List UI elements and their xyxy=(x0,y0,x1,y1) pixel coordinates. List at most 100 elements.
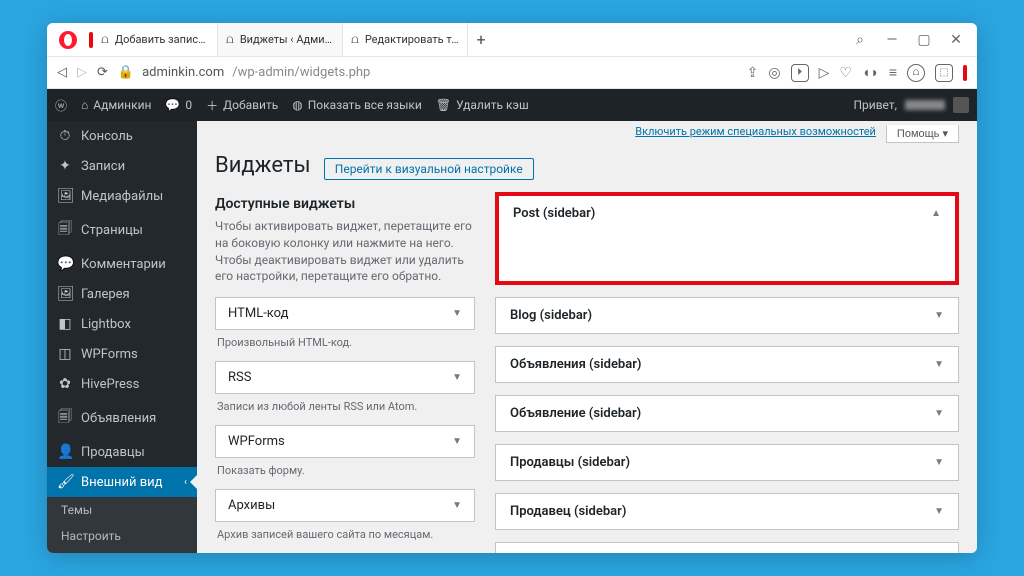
opera-logo-icon xyxy=(59,31,77,49)
area-title: Объявления (sidebar) xyxy=(510,357,641,372)
url-input[interactable]: 🔒 adminkin.com/wp-admin/widgets.php xyxy=(118,62,737,84)
sidebar-area[interactable]: Объявление (sidebar)▼ xyxy=(495,395,959,432)
sidebar-area[interactable]: Продавец (sidebar) ▼ xyxy=(495,493,959,530)
nav-forward-icon[interactable]: ▷ xyxy=(77,65,87,80)
menu-комментарии[interactable]: 💬Комментарии xyxy=(47,249,197,279)
menu-медиафайлы[interactable]: 🖼Медиафайлы xyxy=(47,181,197,211)
menu-lightbox[interactable]: ◧Lightbox xyxy=(47,309,197,339)
menu-icon-8: ✿ xyxy=(57,376,73,392)
adminbar-site[interactable]: ⌂ Админкин xyxy=(81,98,151,112)
plus-icon: ＋ xyxy=(206,97,218,114)
submenu-настроить[interactable]: Настроить xyxy=(47,523,197,549)
browser-window: ⩍ Добавить запись ‹ Адми ⩍ Виджеты ‹ Админк… xyxy=(47,23,977,553)
sidebar-area[interactable]: Account (sidebar)▼ xyxy=(495,542,959,553)
menu-страницы[interactable]: 🗐Страницы xyxy=(47,211,197,249)
menu-icon-7: ◫ xyxy=(57,346,73,362)
accessibility-mode-link[interactable]: Включить режим специальных возможностей xyxy=(635,125,876,143)
window-maximize[interactable]: ▢ xyxy=(913,32,935,48)
chevron-down-icon: ▼ xyxy=(452,500,462,511)
help-tab[interactable]: Помощь ▾ xyxy=(886,125,959,143)
video-icon[interactable]: ⏵ xyxy=(791,64,809,82)
wp-admin-bar: ⓦ ⌂ Админкин 💬 0 ＋ Добавить ◍ Показать в… xyxy=(47,89,977,121)
avatar-icon[interactable] xyxy=(953,97,969,113)
area-body[interactable] xyxy=(499,231,955,281)
chevron-down-icon: ▼ xyxy=(452,436,462,447)
url-path: /wp-admin/widgets.php xyxy=(232,65,370,80)
window-minimize[interactable]: — xyxy=(881,32,903,48)
new-tab-button[interactable]: + xyxy=(468,30,494,49)
wp-logo-icon[interactable]: ⓦ xyxy=(55,97,67,114)
area-title: Продавец (sidebar) xyxy=(510,504,626,519)
browser-tab[interactable]: ⩍ Добавить запись ‹ Адми xyxy=(93,23,218,56)
nav-reload-icon[interactable]: ⟳ xyxy=(97,65,108,80)
menu-объявления[interactable]: 🗐Объявления xyxy=(47,399,197,437)
wp-content: Включить режим специальных возможностей … xyxy=(197,121,977,553)
adminbar-add[interactable]: ＋ Добавить xyxy=(206,97,278,114)
camera-icon[interactable]: ◎ xyxy=(768,65,780,81)
person-icon: ⩍ xyxy=(101,32,109,47)
nav-back-icon[interactable]: ◁ xyxy=(57,65,67,80)
menu-label: Объявления xyxy=(81,411,187,426)
widget-description: Произвольный HTML-код. xyxy=(217,336,473,349)
browser-tab[interactable]: ⩍ Виджеты ‹ Админкин — xyxy=(218,23,343,56)
person-icon: ⩍ xyxy=(351,32,359,47)
menu-label: Продавцы xyxy=(81,445,187,460)
menu-записи[interactable]: ✦Записи xyxy=(47,151,197,181)
menu-label: HivePress xyxy=(81,377,187,392)
widget-title: RSS xyxy=(228,370,251,385)
available-widget[interactable]: Архивы ▼ xyxy=(215,489,475,522)
menu-label: Lightbox xyxy=(81,317,187,332)
menu-внешний-вид[interactable]: 🖌Внешний вид‹ xyxy=(47,467,197,497)
search-icon[interactable]: ⌕ xyxy=(849,32,871,48)
play-icon[interactable]: ▷ xyxy=(819,65,830,81)
menu-icon-4: 💬 xyxy=(57,256,73,272)
menu-продавцы[interactable]: 👤Продавцы xyxy=(47,437,197,467)
browser-tab[interactable]: ⩍Редактировать темы ‹ А xyxy=(343,23,468,56)
adminbar-greeting: Привет, xyxy=(853,98,897,112)
sidebar-area[interactable]: Объявления (sidebar)▼ xyxy=(495,346,959,383)
menu-label: Медиафайлы xyxy=(81,189,187,204)
chevron-down-icon: ▼ xyxy=(452,308,462,319)
window-close[interactable]: ✕ xyxy=(945,32,967,48)
available-widgets-column: Доступные виджеты Чтобы активировать вид… xyxy=(215,192,475,553)
available-widget[interactable]: WPForms▼ xyxy=(215,425,475,458)
menu-icon-11: 🖌 xyxy=(57,474,73,490)
visual-customize-link[interactable]: Перейти к визуальной настройке xyxy=(324,158,534,180)
person-icon: ⩍ xyxy=(226,32,234,47)
extensions-icon[interactable]: ⬚ xyxy=(935,64,953,82)
browser-titlebar: ⩍ Добавить запись ‹ Адми ⩍ Виджеты ‹ Админк… xyxy=(47,23,977,57)
menu-wpforms[interactable]: ◫ WPForms xyxy=(47,339,197,369)
share-icon[interactable]: ⇪ xyxy=(747,65,759,81)
adminbar-clear-cache[interactable]: 🗑 Удалить кэш xyxy=(436,98,529,112)
menu-консоль[interactable]: ⏱Консоль xyxy=(47,121,197,151)
menu-галерея[interactable]: 🖼Галерея xyxy=(47,279,197,309)
sidebar-area[interactable]: Продавцы (sidebar)▼ xyxy=(495,444,959,481)
heart-icon[interactable]: ♡ xyxy=(839,65,852,81)
tab-label: Добавить запись ‹ Адми xyxy=(115,33,209,46)
submenu-темы[interactable]: Темы xyxy=(47,497,197,523)
extension-handle-icon[interactable] xyxy=(963,65,967,81)
toggle-icon[interactable]: ◖◗ xyxy=(862,64,879,81)
adminbar-comments[interactable]: 💬 0 xyxy=(165,98,192,112)
sidebar-area[interactable]: Blog (sidebar)▼ xyxy=(495,297,959,334)
chevron-down-icon: ▼ xyxy=(934,506,944,517)
menu-icon-0: ⏱ xyxy=(57,128,73,144)
profile-icon[interactable]: ⩍ xyxy=(907,64,925,82)
area-title: Post (sidebar) xyxy=(513,206,595,221)
tab-label: Виджеты ‹ Админкин — xyxy=(240,33,334,46)
widget-description: Показать форму. xyxy=(217,464,473,477)
chevron-down-icon: ▼ xyxy=(452,372,462,383)
available-heading: Доступные виджеты xyxy=(215,196,475,212)
widget-description: Записи из любой ленты RSS или Atom. xyxy=(217,400,473,413)
submenu-виджеты[interactable]: Виджеты xyxy=(47,549,197,553)
sidebar-area[interactable]: Post (sidebar)▲ xyxy=(495,192,959,285)
chevron-down-icon: ▼ xyxy=(934,457,944,468)
menu-icon[interactable]: ≡ xyxy=(889,64,897,81)
menu-label: WPForms xyxy=(81,347,187,362)
available-widget[interactable]: HTML-код▼ xyxy=(215,297,475,330)
adminbar-languages[interactable]: ◍ Показать все языки xyxy=(292,98,422,112)
widget-title: Архивы xyxy=(228,498,275,513)
menu-hivepress[interactable]: ✿ HivePress xyxy=(47,369,197,399)
home-icon: ⌂ xyxy=(81,98,88,112)
available-widget[interactable]: RSS ▼ xyxy=(215,361,475,394)
